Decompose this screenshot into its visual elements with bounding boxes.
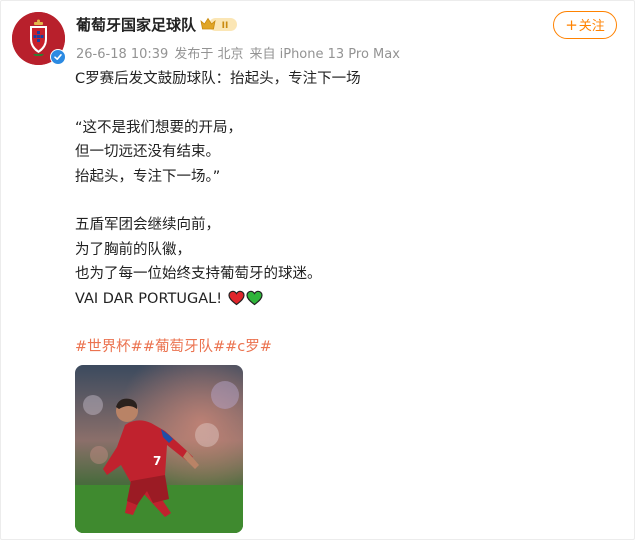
body-line: 为了胸前的队徽， [75, 241, 191, 258]
quote-line: 抬起头，专注下一场。” [75, 168, 221, 185]
red-heart-icon [228, 290, 245, 305]
svg-text:II: II [222, 21, 229, 31]
verified-badge-icon [50, 49, 66, 65]
post-meta: 26-6-18 10:39 发布于 北京 来自 iPhone 13 Pro Max [76, 43, 406, 62]
hashtag-portugal-team[interactable]: #葡萄牙队# [143, 339, 225, 355]
post-title-line: C罗赛后发文鼓励球队：抬起头，专注下一场 [75, 71, 361, 87]
member-badge-icon[interactable]: II [200, 16, 238, 33]
hashtag-world-cup[interactable]: #世界杯# [75, 339, 143, 355]
post-content: C罗赛后发文鼓励球队：抬起头，专注下一场 “这不是我们想要的开局， 但一切远还没… [75, 67, 615, 360]
post-date[interactable]: 26-6-18 10:39 [76, 47, 168, 62]
slogan-line: VAI DAR PORTUGAL! [75, 287, 615, 312]
hashtags: #世界杯##葡萄牙队##c罗# [75, 335, 615, 360]
quote-line: “这不是我们想要的开局， [75, 119, 243, 136]
hearts [228, 290, 264, 315]
post-location: 发布于 北京 [174, 47, 244, 62]
weibo-post-card: 葡萄牙国家足球队 II 26-6-18 10:39 发布于 北京 来自 iPhone… [0, 0, 635, 540]
plus-icon: + [565, 16, 578, 34]
follow-label: 关注 [578, 19, 605, 34]
post-device: 来自 iPhone 13 Pro Max [249, 47, 400, 62]
body-line: 也为了每一位始终支持葡萄牙的球迷。 [75, 266, 322, 282]
hashtag-cr7[interactable]: #c罗# [225, 339, 272, 355]
author-name[interactable]: 葡萄牙国家足球队 [76, 14, 196, 35]
player-photo: 7 [75, 365, 243, 533]
green-heart-icon [246, 290, 263, 305]
quote-line: 但一切远还没有结束。 [75, 144, 220, 160]
post-photo[interactable]: 7 [75, 365, 243, 533]
svg-text:7: 7 [153, 454, 161, 468]
body-line: 五盾军团会继续向前， [75, 217, 220, 233]
follow-button[interactable]: +关注 [553, 11, 617, 39]
slogan-text: VAI DAR PORTUGAL! [75, 290, 223, 307]
